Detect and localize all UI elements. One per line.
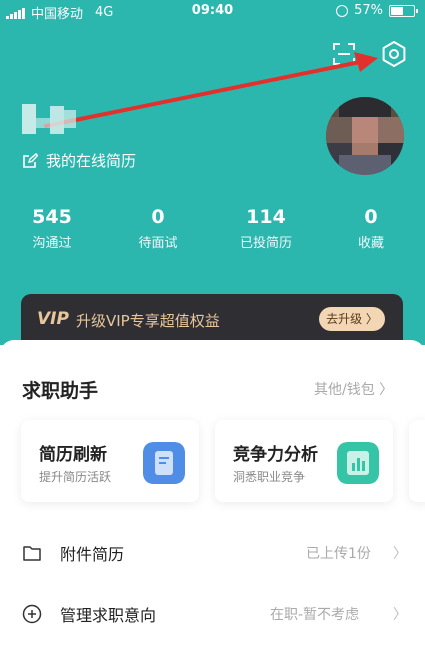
competitiveness-icon <box>337 442 379 484</box>
folder-icon <box>23 546 41 561</box>
stat-pending-interview[interactable]: 0 待面试 <box>118 206 198 251</box>
settings-icon[interactable] <box>380 40 408 68</box>
stat-communicated[interactable]: 545 沟通过 <box>12 206 92 251</box>
row-label: 管理求职意向 <box>60 606 157 625</box>
upgrade-button[interactable]: 去升级 〉 <box>319 307 385 331</box>
stat-label: 已投简历 <box>239 236 292 251</box>
stat-value: 0 <box>151 206 165 228</box>
stat-resumes-sent[interactable]: 114 已投简历 <box>226 206 306 251</box>
stat-label: 沟通过 <box>32 236 72 251</box>
battery-percent: 57% <box>354 3 383 18</box>
stat-value: 114 <box>246 206 286 228</box>
stat-label: 待面试 <box>138 236 178 251</box>
status-bar: 中国移动 4G 09:40 57% <box>0 0 425 22</box>
row-attachment-resume[interactable]: 附件简历 已上传1份 〉 <box>0 533 425 573</box>
row-label: 附件简历 <box>60 545 125 564</box>
card-title: 简历刷新 <box>39 445 107 465</box>
avatar[interactable] <box>326 97 404 175</box>
row-job-intention[interactable]: 管理求职意向 在职-暂不考虑 〉 <box>0 594 425 634</box>
stat-label: 收藏 <box>357 236 384 251</box>
chevron-right-icon: 〉 <box>393 546 407 562</box>
section-title: 求职助手 <box>22 380 99 402</box>
rotation-lock-icon <box>336 4 349 17</box>
user-name-blurred <box>22 104 78 136</box>
card-title: 竞争力分析 <box>233 445 318 465</box>
edit-icon <box>23 152 38 168</box>
card-resume-refresh[interactable]: 简历刷新 提升简历活跃 <box>21 420 199 502</box>
battery-icon <box>389 4 418 17</box>
vip-promo-text: 升级VIP专享超值权益 <box>76 312 220 330</box>
card-next-partial[interactable] <box>409 420 425 502</box>
stat-value: 0 <box>364 206 378 228</box>
resume-refresh-icon <box>143 442 185 484</box>
card-competitiveness[interactable]: 竞争力分析 洞悉职业竞争 <box>215 420 393 502</box>
chevron-right-icon: 〉 <box>393 607 407 623</box>
row-value: 在职-暂不考虑 <box>270 607 360 623</box>
stat-value: 545 <box>32 206 72 228</box>
vip-logo: VIP <box>37 309 69 329</box>
card-subtitle: 提升简历活跃 <box>39 470 112 484</box>
row-value: 已上传1份 <box>306 546 371 562</box>
online-resume-link[interactable]: 我的在线简历 <box>22 150 136 171</box>
card-subtitle: 洞悉职业竞争 <box>233 470 306 484</box>
other-wallet-link[interactable]: 其他/钱包 〉 <box>314 379 393 399</box>
plus-circle-icon <box>22 604 42 624</box>
vip-banner[interactable]: VIP 升级VIP专享超值权益 去升级 〉 <box>21 294 403 346</box>
scan-icon[interactable] <box>332 42 356 66</box>
online-resume-label: 我的在线简历 <box>46 152 137 170</box>
stat-favorites[interactable]: 0 收藏 <box>331 206 411 251</box>
